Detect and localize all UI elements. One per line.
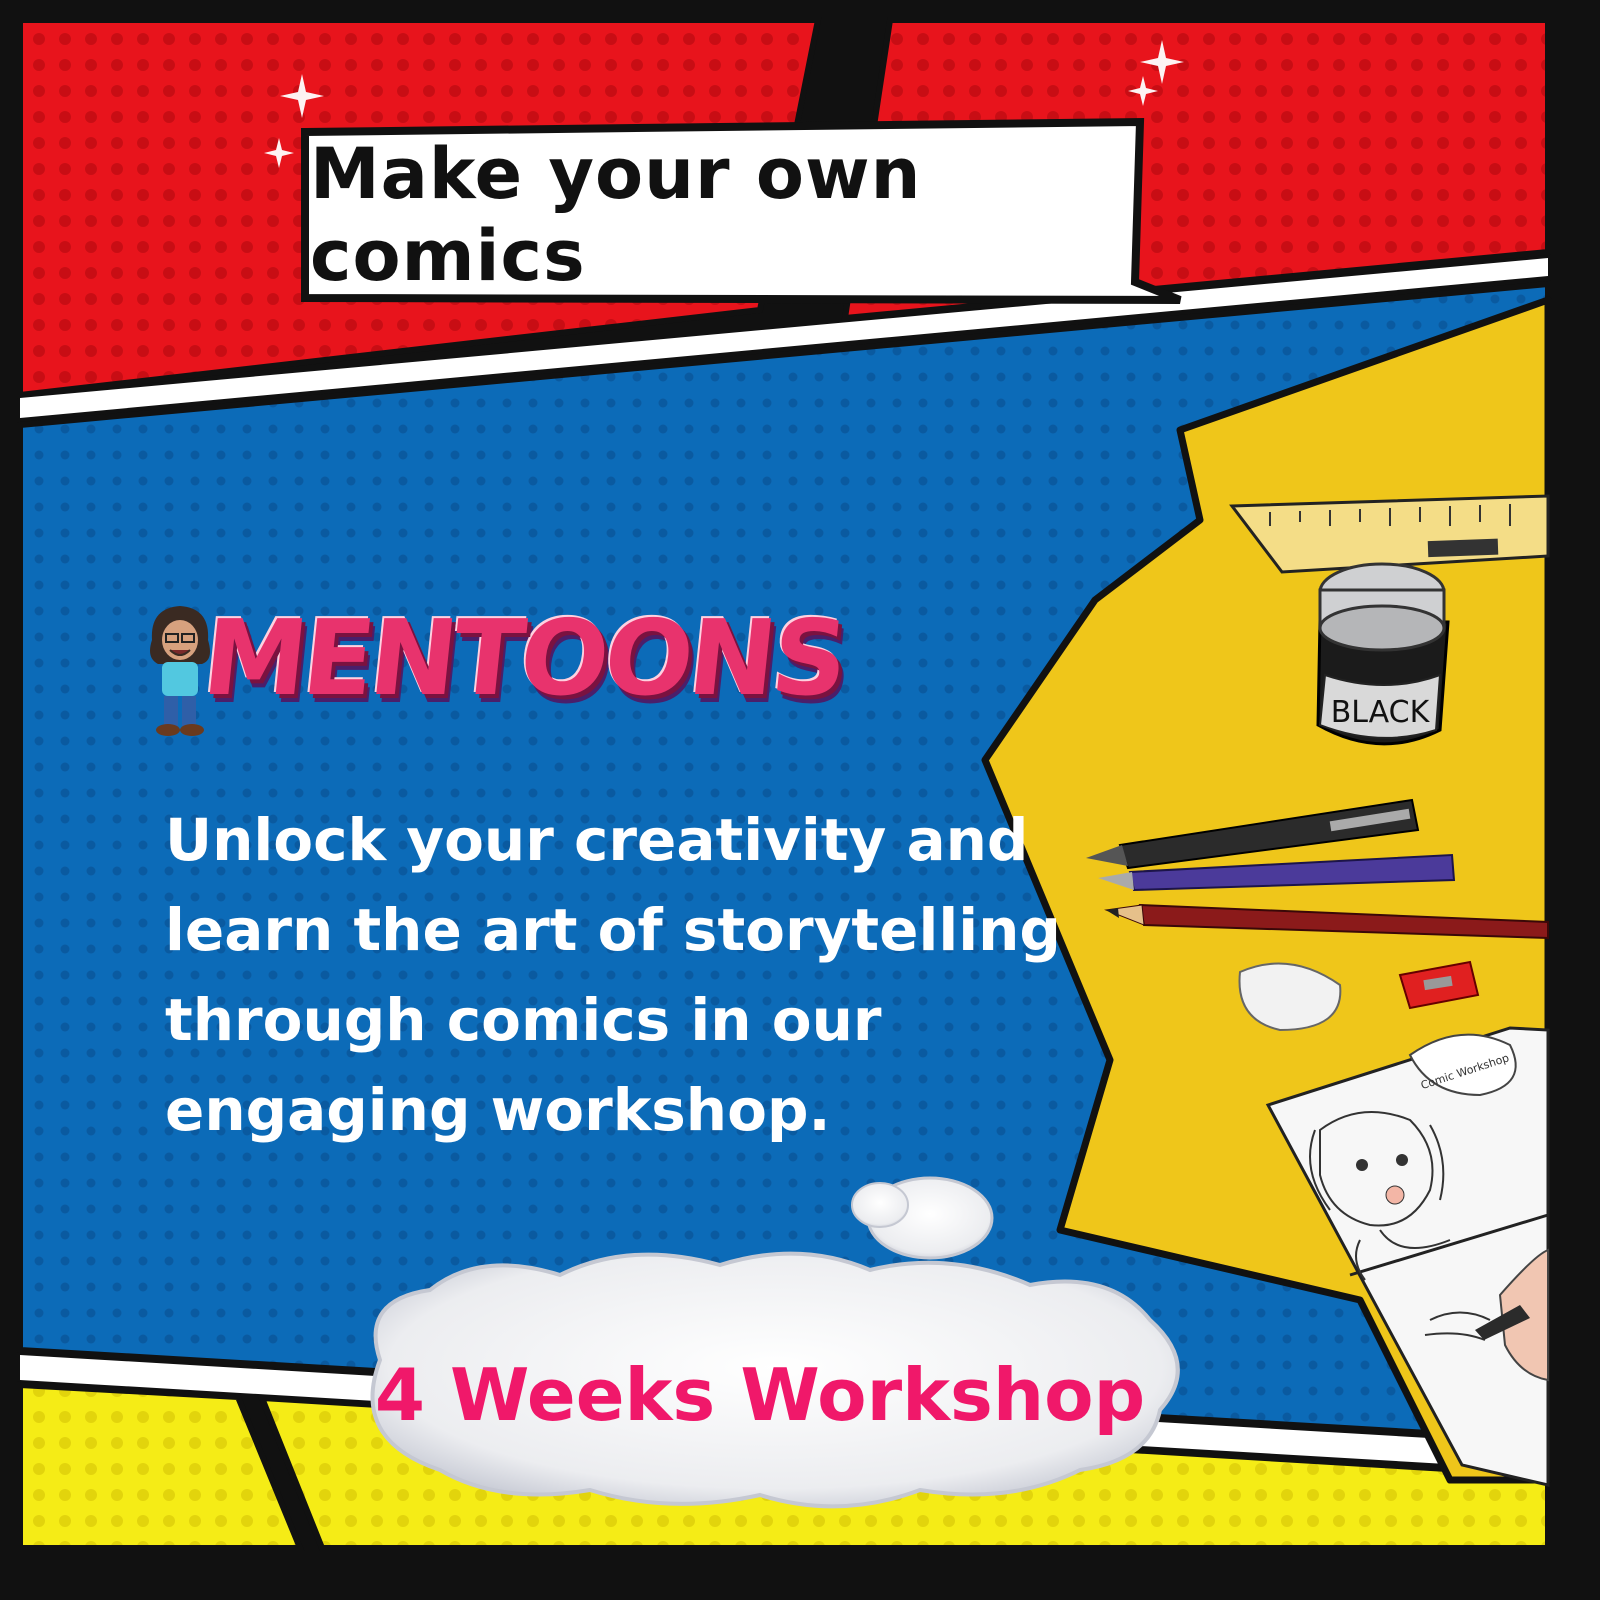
- brand-wordmark: MENTOONS: [197, 597, 850, 719]
- tagline: Unlock your creativity and learn the art…: [165, 806, 1061, 1144]
- ink-jar-label: BLACK: [1331, 695, 1431, 730]
- ink-jar-icon: BLACK: [1316, 562, 1450, 746]
- brand-logo: MENTOONS: [140, 597, 850, 740]
- workshop-duration: 4 Weeks Workshop: [374, 1353, 1146, 1437]
- workshop-poster: BLACK Comic Workshop Make your own comic…: [0, 0, 1600, 1600]
- headline: Make your own comics: [310, 133, 922, 297]
